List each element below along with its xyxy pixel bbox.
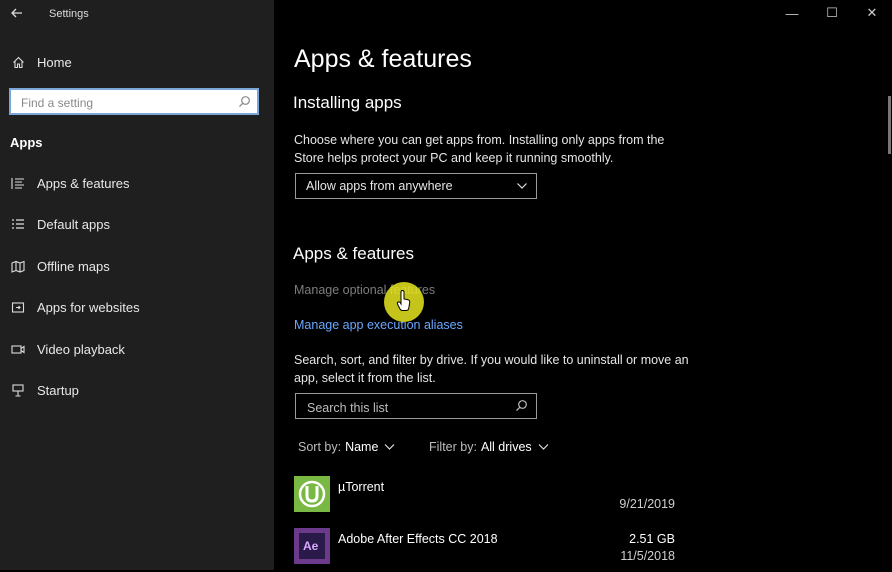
manage-app-execution-aliases-link[interactable]: Manage app execution aliases xyxy=(294,318,463,332)
app-list-item[interactable]: µTorrent 9/21/2019 xyxy=(294,476,679,520)
dropdown-value: Allow apps from anywhere xyxy=(306,179,453,193)
maximize-icon: ☐ xyxy=(826,5,838,20)
chevron-down-icon xyxy=(384,440,395,454)
video-playback-icon xyxy=(11,342,25,356)
installing-apps-heading: Installing apps xyxy=(293,93,402,112)
home-icon xyxy=(11,55,25,69)
title-bar: Settings xyxy=(0,0,274,28)
chevron-down-icon xyxy=(516,178,528,199)
sidebar-item-label: Video playback xyxy=(37,341,125,357)
sidebar-item-apps-features[interactable]: Apps & features xyxy=(0,168,274,198)
sidebar: Settings Home Apps Apps & features Defau… xyxy=(0,0,274,570)
page-title: Apps & features xyxy=(294,45,472,73)
search-this-list-input[interactable] xyxy=(305,399,509,417)
sort-by-dropdown[interactable]: Sort by: Name xyxy=(298,440,395,454)
find-setting-search-box[interactable] xyxy=(9,88,259,115)
window-title: Settings xyxy=(49,8,89,20)
app-install-date: 11/5/2018 xyxy=(620,549,675,563)
maximize-button[interactable]: ☐ xyxy=(812,0,852,26)
search-sort-filter-description: Search, sort, and filter by drive. If yo… xyxy=(294,353,689,385)
find-setting-input[interactable] xyxy=(19,94,233,112)
search-icon[interactable] xyxy=(238,95,251,113)
close-icon: ✕ xyxy=(866,5,878,20)
minimize-icon: — xyxy=(785,5,799,21)
app-name: Adobe After Effects CC 2018 xyxy=(338,532,498,546)
app-list-item[interactable]: Ae Adobe After Effects CC 2018 2.51 GB 1… xyxy=(294,528,679,572)
sidebar-item-video-playback[interactable]: Video playback xyxy=(0,334,274,364)
sidebar-item-label: Apps & features xyxy=(37,175,130,191)
app-install-date: 9/21/2019 xyxy=(619,497,675,511)
app-name: µTorrent xyxy=(338,480,385,494)
sidebar-item-label: Startup xyxy=(37,382,79,398)
apps-features-heading: Apps & features xyxy=(293,244,414,263)
sidebar-item-home[interactable]: Home xyxy=(0,49,274,75)
search-icon[interactable] xyxy=(515,399,528,417)
after-effects-icon: Ae xyxy=(294,528,330,564)
pointer-cursor-icon xyxy=(396,290,411,311)
sidebar-item-offline-maps[interactable]: Offline maps xyxy=(0,251,274,281)
sidebar-item-apps-for-websites[interactable]: Apps for websites xyxy=(0,292,274,322)
back-button[interactable] xyxy=(6,3,28,23)
sidebar-item-label: Home xyxy=(37,54,72,70)
scrollbar-thumb[interactable] xyxy=(888,96,891,154)
sidebar-item-label: Offline maps xyxy=(37,258,110,274)
sort-by-value: Name xyxy=(345,440,379,454)
close-button[interactable]: ✕ xyxy=(852,0,892,26)
default-apps-icon xyxy=(11,217,25,231)
sidebar-section-title: Apps xyxy=(10,135,43,150)
window-controls: — ☐ ✕ xyxy=(772,0,892,26)
app-source-dropdown[interactable]: Allow apps from anywhere xyxy=(295,173,537,199)
after-effects-icon-text: Ae xyxy=(303,539,319,553)
startup-icon xyxy=(11,383,25,397)
sidebar-item-label: Default apps xyxy=(37,216,110,232)
filter-by-dropdown[interactable]: Filter by: All drives xyxy=(429,440,549,454)
utorrent-icon xyxy=(294,476,330,512)
minimize-button[interactable]: — xyxy=(772,0,812,26)
filter-by-value: All drives xyxy=(480,440,532,454)
apps-features-icon xyxy=(11,176,25,190)
apps-for-websites-icon xyxy=(11,300,25,314)
app-size: 2.51 GB xyxy=(629,532,675,546)
offline-maps-icon xyxy=(11,259,25,273)
sidebar-item-startup[interactable]: Startup xyxy=(0,375,274,405)
back-arrow-icon xyxy=(11,8,22,18)
main-content: — ☐ ✕ Apps & features Installing apps Ch… xyxy=(274,0,892,570)
filter-by-label: Filter by: xyxy=(429,440,477,454)
sort-by-label: Sort by: xyxy=(298,440,342,454)
sidebar-item-default-apps[interactable]: Default apps xyxy=(0,209,274,239)
sidebar-item-label: Apps for websites xyxy=(37,299,140,315)
search-this-list-box[interactable] xyxy=(295,393,537,419)
installing-apps-description: Choose where you can get apps from. Inst… xyxy=(294,133,665,165)
chevron-down-icon xyxy=(538,440,549,454)
